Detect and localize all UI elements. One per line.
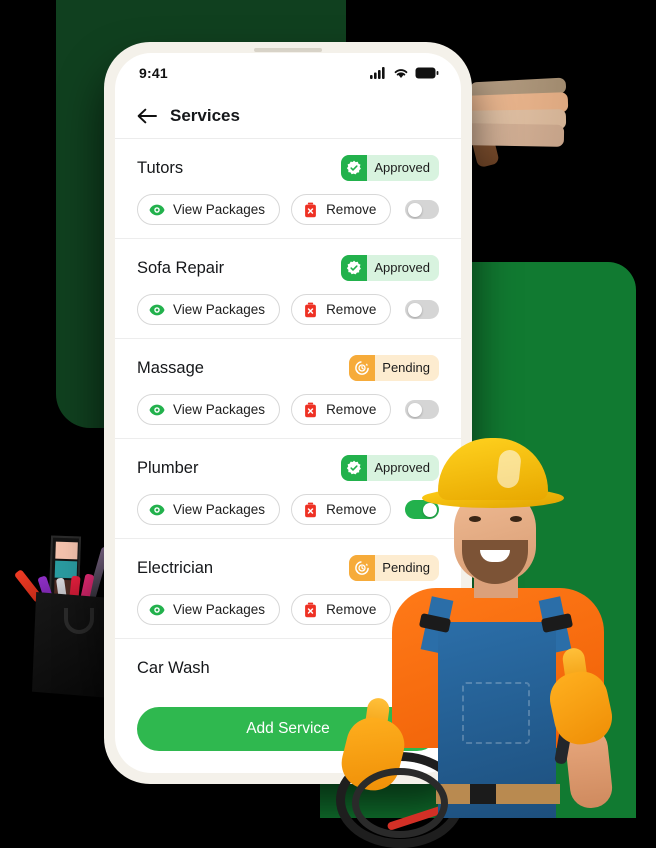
overall-pocket — [462, 682, 530, 744]
view-packages-button[interactable]: View Packages — [137, 294, 281, 325]
phone-speaker-slot — [254, 48, 322, 52]
status-badge-label: Approved — [374, 260, 430, 275]
status-bar: 9:41 — [115, 53, 461, 93]
trash-icon — [305, 402, 316, 417]
trash-icon — [305, 502, 316, 517]
view-packages-label: View Packages — [173, 302, 266, 317]
status-badge-icon — [341, 155, 368, 181]
view-packages-label: View Packages — [173, 502, 266, 517]
worker-belt — [436, 784, 560, 804]
service-row-header: Tutors Approved — [137, 155, 439, 181]
eye-icon — [149, 504, 165, 515]
verified-badge-icon — [347, 160, 362, 175]
towels-photo — [461, 77, 574, 169]
battery-icon — [415, 67, 439, 79]
remove-label: Remove — [326, 402, 377, 417]
status-bar-time: 9:41 — [139, 65, 168, 81]
service-name: Tutors — [137, 158, 184, 177]
service-name: Plumber — [137, 458, 199, 477]
status-badge-label: Approved — [374, 160, 430, 175]
service-row-actions: View Packages Remove — [137, 394, 439, 425]
status-badge-icon — [349, 355, 376, 381]
worker-eye — [469, 516, 481, 522]
service-name: Car Wash — [137, 658, 210, 677]
toggle-knob — [407, 202, 422, 217]
service-name: Electrician — [137, 558, 214, 577]
towel-layer — [465, 123, 565, 147]
verified-badge-icon — [347, 260, 362, 275]
service-toggle[interactable] — [405, 200, 439, 219]
wifi-icon — [394, 69, 408, 78]
clock-refresh-icon — [355, 361, 370, 375]
back-arrow-icon[interactable] — [137, 108, 157, 124]
worker-eye — [510, 516, 522, 522]
view-packages-label: View Packages — [173, 602, 266, 617]
service-row: Tutors Approved View Packages Remove — [115, 139, 461, 239]
service-toggle[interactable] — [405, 300, 439, 319]
trash-icon — [305, 202, 316, 217]
status-bar-icons — [370, 67, 439, 79]
coiled-cable-inner — [352, 768, 448, 838]
eye-icon — [149, 204, 165, 215]
toggle-knob — [407, 402, 422, 417]
eye-icon — [149, 404, 165, 415]
service-row-header: Sofa Repair Approved — [137, 255, 439, 281]
worker-photo — [330, 432, 630, 848]
remove-label: Remove — [326, 202, 377, 217]
service-row: Sofa Repair Approved View Packages Remov… — [115, 239, 461, 339]
remove-button[interactable]: Remove — [291, 394, 392, 425]
remove-label: Remove — [326, 302, 377, 317]
eye-icon — [149, 304, 165, 315]
service-row-header: Massage Pending — [137, 355, 439, 381]
app-bar: Services — [115, 93, 461, 139]
toggle-knob — [407, 302, 422, 317]
view-packages-label: View Packages — [173, 402, 266, 417]
status-badge: Pending — [349, 355, 439, 381]
belt-buckle — [470, 784, 496, 804]
status-badge: Approved — [341, 255, 439, 281]
view-packages-button[interactable]: View Packages — [137, 494, 281, 525]
eye-icon — [149, 604, 165, 615]
remove-button[interactable]: Remove — [291, 294, 392, 325]
cellular-signal-icon — [370, 67, 385, 79]
view-packages-button[interactable]: View Packages — [137, 194, 281, 225]
yellow-hardhat — [438, 438, 548, 500]
trash-icon — [305, 302, 316, 317]
service-name: Sofa Repair — [137, 258, 225, 277]
page-title: Services — [170, 105, 240, 125]
service-row-actions: View Packages Remove — [137, 194, 439, 225]
palette-swatch — [55, 541, 78, 560]
service-row: Massage Pending View Packages Remove — [115, 339, 461, 439]
status-badge-label: Pending — [382, 360, 430, 375]
status-badge: Approved — [341, 155, 439, 181]
service-name: Massage — [137, 358, 204, 377]
service-toggle[interactable] — [405, 400, 439, 419]
view-packages-label: View Packages — [173, 202, 266, 217]
service-row-actions: View Packages Remove — [137, 294, 439, 325]
view-packages-button[interactable]: View Packages — [137, 394, 281, 425]
trash-icon — [305, 602, 316, 617]
remove-button[interactable]: Remove — [291, 194, 392, 225]
view-packages-button[interactable]: View Packages — [137, 594, 281, 625]
status-badge-icon — [341, 255, 368, 281]
